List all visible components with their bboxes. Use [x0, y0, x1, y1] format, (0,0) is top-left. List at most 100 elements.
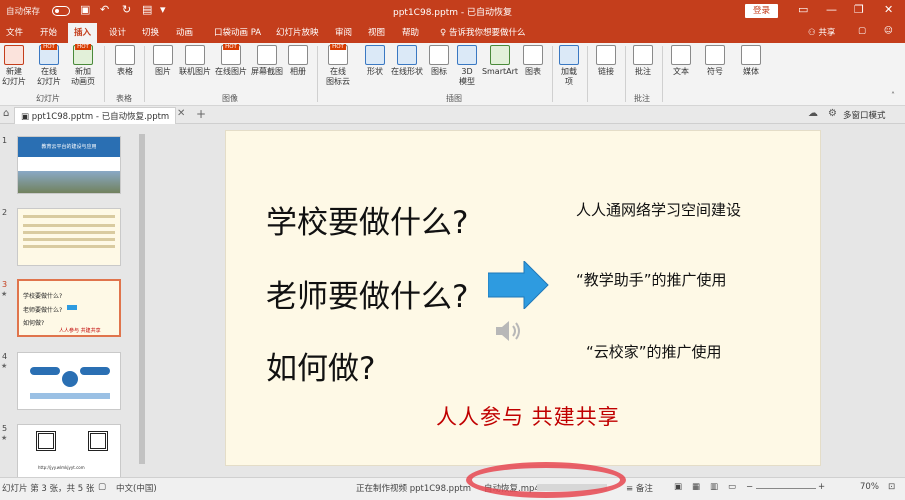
comment-button[interactable]: 批注 [632, 45, 654, 77]
media-label: 媒体 [743, 67, 759, 76]
language-indicator[interactable]: 中文(中国) [116, 482, 157, 494]
tab-home[interactable]: 开始 [40, 26, 57, 38]
addins-button[interactable]: 加载 项 [558, 45, 580, 87]
collapse-ribbon-icon[interactable]: ˄ [891, 91, 895, 100]
notes-label: 备注 [635, 484, 653, 494]
screenshot-button[interactable]: 屏幕截图 [250, 45, 284, 77]
tab-help[interactable]: 帮助 [402, 26, 419, 38]
spellcheck-icon[interactable]: ▢ [98, 482, 106, 492]
slide-thumbnail-3[interactable]: 学校要做什么? 老师要做什么? 如何做? 人人参与 共建共享 [17, 279, 121, 337]
table-button[interactable]: 表格 [113, 45, 137, 77]
home-icon[interactable]: ⌂ [3, 108, 9, 119]
maximize-icon[interactable]: ❐ [854, 3, 864, 16]
smiley-icon[interactable]: ☺ [884, 26, 893, 36]
comments-icon[interactable]: ▢ [858, 26, 866, 36]
chart-button[interactable]: 图表 [522, 45, 544, 77]
notes-button[interactable]: ≡ 备注 [626, 482, 653, 494]
share-button[interactable]: ⚇ 共享 [808, 26, 835, 38]
media-button[interactable]: 媒体 [740, 45, 762, 77]
picture-label: 图片 [155, 67, 171, 76]
tab-file[interactable]: 文件 [6, 26, 23, 38]
slide-thumbnail-2[interactable] [17, 208, 121, 266]
icon-cloud-button[interactable]: HOT 在线 图标云 [323, 44, 353, 87]
document-tab[interactable]: ▣ ppt1C98.pptm - 已自动恢复.pptm [14, 107, 177, 124]
icons-button[interactable]: 图标 [428, 45, 450, 77]
online-picture-button[interactable]: 联机图片 [178, 45, 212, 77]
add-anim-page-button[interactable]: HOT 新加 动画页 [68, 44, 98, 87]
question-teacher[interactable]: 老师要做什么? [266, 271, 468, 316]
comment-label: 批注 [635, 67, 651, 76]
slide-sorter-icon[interactable]: ▦ [692, 482, 700, 492]
thumb3-q2: 老师要做什么? [23, 307, 63, 314]
question-school[interactable]: 学校要做什么? [266, 197, 468, 242]
thumb-shape [62, 371, 78, 387]
multiwindow-mode-button[interactable]: 多窗口模式 [843, 109, 886, 121]
tab-pocket-animation[interactable]: 口袋动画 PA [214, 26, 261, 38]
zoom-slider[interactable] [756, 488, 816, 489]
picture-button[interactable]: 图片 [152, 45, 174, 77]
online-picture-label: 联机图片 [179, 67, 211, 76]
answer-space[interactable]: 人人通网络学习空间建设 [576, 199, 741, 220]
thumbnails-scrollbar[interactable] [137, 124, 147, 477]
speaker-icon[interactable] [494, 317, 524, 345]
export-status: 正在制作视频 ppt1C98.pptm [356, 484, 472, 494]
tab-review[interactable]: 审阅 [335, 26, 352, 38]
slide-thumbnails-pane: 1 教育云平台的建设与应用 2 3 ★ 学校要做什么? 老师要做什么? 如何做?… [0, 124, 138, 482]
thumb3-q3: 如何做? [23, 320, 45, 327]
tab-design[interactable]: 设计 [109, 26, 126, 38]
thumb-line [23, 215, 115, 218]
text-button[interactable]: 文本 [670, 45, 692, 77]
smartart-label: SmartArt [481, 67, 519, 76]
zoom-out-icon[interactable]: − [746, 482, 753, 492]
tab-transitions[interactable]: 切换 [142, 26, 159, 38]
reading-view-icon[interactable]: ▥ [710, 482, 718, 492]
answer-cloud-school[interactable]: “云校家”的推广使用 [586, 341, 722, 362]
right-arrow-shape[interactable] [488, 261, 550, 309]
online-slide-button[interactable]: HOT 在线 幻灯片 [34, 44, 64, 87]
link-button[interactable]: 链接 [595, 45, 617, 77]
online-picture-icon [185, 45, 205, 65]
ribbon-display-icon[interactable]: ▭ [798, 3, 808, 16]
tab-animations[interactable]: 动画 [176, 26, 193, 38]
3d-model-label: 3D 模型 [459, 67, 475, 86]
smartart-button[interactable]: SmartArt [481, 45, 519, 77]
question-how[interactable]: 如何做? [266, 343, 375, 388]
slide-thumbnail-1[interactable]: 教育云平台的建设与应用 [17, 136, 121, 194]
album-button[interactable]: 相册 [287, 45, 309, 77]
separator [104, 46, 105, 102]
add-tab-icon[interactable]: + [196, 107, 206, 121]
close-icon[interactable]: ✕ [884, 3, 893, 16]
cloud-icon[interactable]: ☁ [808, 108, 818, 119]
3d-model-button[interactable]: 3D 模型 [456, 45, 478, 87]
tab-insert[interactable]: 插入 [68, 23, 98, 43]
web-picture-button[interactable]: HOT 在线图片 [214, 44, 248, 77]
slide-thumbnail-4[interactable] [17, 352, 121, 410]
right-panel [830, 124, 905, 477]
media-icon [741, 45, 761, 65]
zoom-in-icon[interactable]: + [818, 482, 825, 492]
slide-thumbnail-5[interactable]: http://jyy.wlmkjyyt.com [17, 424, 121, 482]
document-tab-icon: ▣ [21, 112, 32, 122]
slide-motto[interactable]: 人人参与 共建共享 [436, 401, 620, 431]
zoom-level[interactable]: 70% [860, 482, 879, 492]
group-label-illustrations: 插图 [446, 94, 462, 103]
slideshow-icon[interactable]: ▭ [728, 482, 736, 492]
close-tab-icon[interactable]: ✕ [177, 108, 185, 119]
tab-slideshow[interactable]: 幻灯片放映 [276, 26, 319, 38]
answer-teaching-assistant[interactable]: “教学助手”的推广使用 [576, 269, 727, 290]
normal-view-icon[interactable]: ▣ [674, 482, 682, 492]
shapes-button[interactable]: 形状 [364, 45, 386, 77]
fit-slide-icon[interactable]: ⊡ [888, 482, 895, 492]
scrollbar-thumb[interactable] [139, 134, 145, 464]
online-shapes-button[interactable]: 在线形状 [390, 45, 424, 77]
thumb1-title: 教育云平台的建设与应用 [18, 137, 120, 157]
settings-icon[interactable]: ⚙ [828, 108, 837, 119]
login-button[interactable]: 登录 [745, 4, 778, 18]
minimize-icon[interactable]: — [826, 3, 837, 16]
slide-canvas[interactable]: 学校要做什么? 老师要做什么? 如何做? 人人通网络学习空间建设 “教学助手”的… [225, 130, 821, 466]
tab-view[interactable]: 视图 [368, 26, 385, 38]
new-slide-button[interactable]: 新建 幻灯片 [2, 45, 26, 87]
tell-me-search[interactable]: ♀ 告诉我你想要做什么 [440, 26, 525, 38]
symbol-button[interactable]: 符号 [704, 45, 726, 77]
smartart-icon [490, 45, 510, 65]
